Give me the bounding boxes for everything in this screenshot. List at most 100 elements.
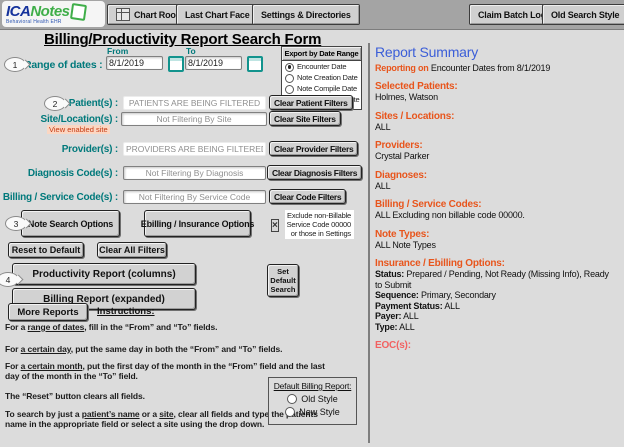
icanotes-logo: ICANotes Behavioral Health EHR — [2, 1, 105, 27]
providers-label: Provider(s) : — [0, 144, 118, 155]
encounter-date-label: Encounter Date — [297, 62, 346, 72]
settings-directories-button[interactable]: Settings & Directories — [252, 4, 360, 25]
logo-text-notes: Notes — [30, 5, 69, 19]
clear-provider-filters-button[interactable]: Clear Provider Filters — [269, 141, 358, 156]
reset-to-default-button[interactable]: Reset to Default — [8, 242, 84, 258]
sites-locations-value: ALL — [375, 122, 618, 133]
summary-note-types: Note Types: ALL Note Types — [375, 229, 618, 251]
site-location-label: Site/Location(s) : — [0, 114, 118, 125]
old-style-radio-icon[interactable] — [287, 394, 297, 404]
more-reports-button[interactable]: More Reports — [8, 303, 88, 321]
export-by-date-range-header[interactable]: Export by Date Range — [282, 47, 361, 61]
to-date-input[interactable] — [185, 56, 242, 70]
reporting-on-line: Reporting on Encounter Dates from 8/1/20… — [375, 63, 618, 73]
providers-value: Crystal Parker — [375, 151, 618, 162]
providers-input[interactable] — [123, 142, 266, 156]
radio-new-style[interactable]: New Style — [285, 407, 340, 417]
insurance-ebilling-heading: Insurance / Ebilling Options: — [375, 258, 618, 269]
diagnosis-codes-label: Diagnosis Code(s) : — [0, 168, 118, 179]
radio-encounter-date[interactable]: Encounter Date — [282, 61, 361, 72]
step-1-badge: 1 — [4, 57, 26, 72]
selected-patients-value: Holmes, Watson — [375, 92, 618, 103]
productivity-report-button[interactable]: Productivity Report (columns) — [12, 263, 196, 285]
billing-service-codes-label: Billing / Service Code(s) : — [0, 192, 118, 203]
summary-insurance-ebilling: Insurance / Ebilling Options: Status: Pr… — [375, 258, 618, 332]
radio-note-creation-date[interactable]: Note Creation Date — [282, 72, 361, 83]
ebilling-insurance-options-button[interactable]: Ebilling / Insurance Options — [144, 210, 251, 237]
to-calendar-icon[interactable] — [247, 56, 263, 72]
insurance-type-line: Type: ALL — [375, 322, 618, 333]
exclude-non-billable-checkbox[interactable] — [271, 219, 279, 232]
set-default-line-2: Default — [270, 276, 295, 285]
from-date-input[interactable] — [106, 56, 163, 70]
encounter-date-radio-icon[interactable] — [285, 63, 294, 72]
note-types-value: ALL Note Types — [375, 240, 618, 251]
step-2-badge: 2 — [44, 96, 66, 111]
note-creation-date-label: Note Creation Date — [297, 73, 358, 83]
report-summary-panel: Report Summary Reporting on Encounter Da… — [375, 44, 618, 351]
summary-sites-locations: Sites / Locations: ALL — [375, 111, 618, 133]
logo-tagline: Behavioral Health EHR — [6, 19, 105, 25]
billing-service-codes-input[interactable] — [123, 190, 266, 204]
page-title: Billing/Productivity Report Search Form — [44, 31, 321, 48]
summary-selected-patients: Selected Patients: Holmes, Watson — [375, 81, 618, 103]
old-style-label: Old Style — [301, 394, 338, 404]
chart-room-grid-icon — [116, 8, 130, 21]
view-enabled-site-link[interactable]: View enabled site — [47, 125, 110, 134]
from-label: From — [107, 46, 128, 56]
range-of-dates-label: Range of dates : — [24, 59, 102, 71]
billing-service-codes-heading: Billing / Service Codes: — [375, 199, 618, 210]
diagnoses-value: ALL — [375, 181, 618, 192]
instruction-range-of-dates: For a range of dates, fill in the “From”… — [5, 322, 327, 332]
reporting-on-value: Encounter Dates from 8/1/2019 — [429, 63, 551, 73]
exclude-line-1: Exclude non-Billable — [285, 211, 351, 220]
note-types-heading: Note Types: — [375, 229, 618, 240]
old-search-style-button[interactable]: Old Search Style — [542, 4, 624, 25]
note-compile-date-radio-icon[interactable] — [285, 85, 294, 94]
site-location-input[interactable] — [121, 112, 267, 126]
note-creation-date-radio-icon[interactable] — [285, 74, 294, 83]
notepad-icon — [69, 3, 86, 21]
instruction-certain-day: For a certain day, put the same day in b… — [5, 344, 327, 354]
selected-patients-heading: Selected Patients: — [375, 81, 618, 92]
exclude-line-3: or those in Settings — [285, 229, 351, 238]
note-compile-date-label: Note Compile Date — [297, 84, 357, 94]
vertical-divider — [368, 43, 370, 443]
diagnosis-codes-input[interactable] — [123, 166, 266, 180]
set-default-line-1: Set — [277, 267, 289, 276]
default-billing-report-box: Default Billing Report: Old Style New St… — [268, 377, 357, 425]
radio-note-compile-date[interactable]: Note Compile Date — [282, 83, 361, 94]
providers-heading: Providers: — [375, 140, 618, 151]
clear-all-filters-button[interactable]: Clear All Filters — [97, 242, 167, 258]
clear-code-filters-button[interactable]: Clear Code Filters — [269, 189, 346, 204]
sites-locations-heading: Sites / Locations: — [375, 111, 618, 122]
report-summary-title: Report Summary — [375, 44, 618, 60]
step-3-badge: 3 — [5, 216, 27, 231]
instructions-heading: Instructions: — [97, 306, 155, 317]
note-search-options-button[interactable]: Note Search Options — [21, 210, 120, 237]
exclude-line-2: Service Code 00000 — [285, 220, 351, 229]
eoc-heading: EOC(s): — [375, 340, 618, 351]
radio-old-style[interactable]: Old Style — [287, 394, 338, 404]
summary-providers: Providers: Crystal Parker — [375, 140, 618, 162]
clear-site-filters-button[interactable]: Clear Site Filters — [269, 111, 341, 126]
to-label: To — [186, 46, 196, 56]
summary-diagnoses: Diagnoses: ALL — [375, 170, 618, 192]
exclude-non-billable-text: Exclude non-Billable Service Code 00000 … — [285, 210, 354, 239]
billing-service-codes-value: ALL Excluding non billable code 00000. — [375, 210, 618, 221]
set-default-line-3: Search — [270, 285, 295, 294]
insurance-status-line: Status: Prepared / Pending, Not Ready (M… — [375, 269, 618, 290]
diagnoses-heading: Diagnoses: — [375, 170, 618, 181]
new-style-radio-icon[interactable] — [285, 407, 295, 417]
set-default-search-button[interactable]: Set Default Search — [267, 264, 299, 297]
clear-diagnosis-filters-button[interactable]: Clear Diagnosis Filters — [267, 165, 362, 180]
new-style-label: New Style — [299, 407, 340, 417]
from-calendar-icon[interactable] — [168, 56, 184, 72]
summary-eoc: EOC(s): — [375, 340, 618, 351]
patients-input[interactable] — [123, 96, 266, 110]
clear-patient-filters-button[interactable]: Clear Patient Filters — [269, 95, 353, 110]
last-chart-face-button[interactable]: Last Chart Face — [176, 4, 259, 25]
insurance-payer-line: Payer: ALL — [375, 311, 618, 322]
logo-text-ica: ICA — [6, 5, 30, 19]
insurance-payment-status-line: Payment Status: ALL — [375, 301, 618, 312]
